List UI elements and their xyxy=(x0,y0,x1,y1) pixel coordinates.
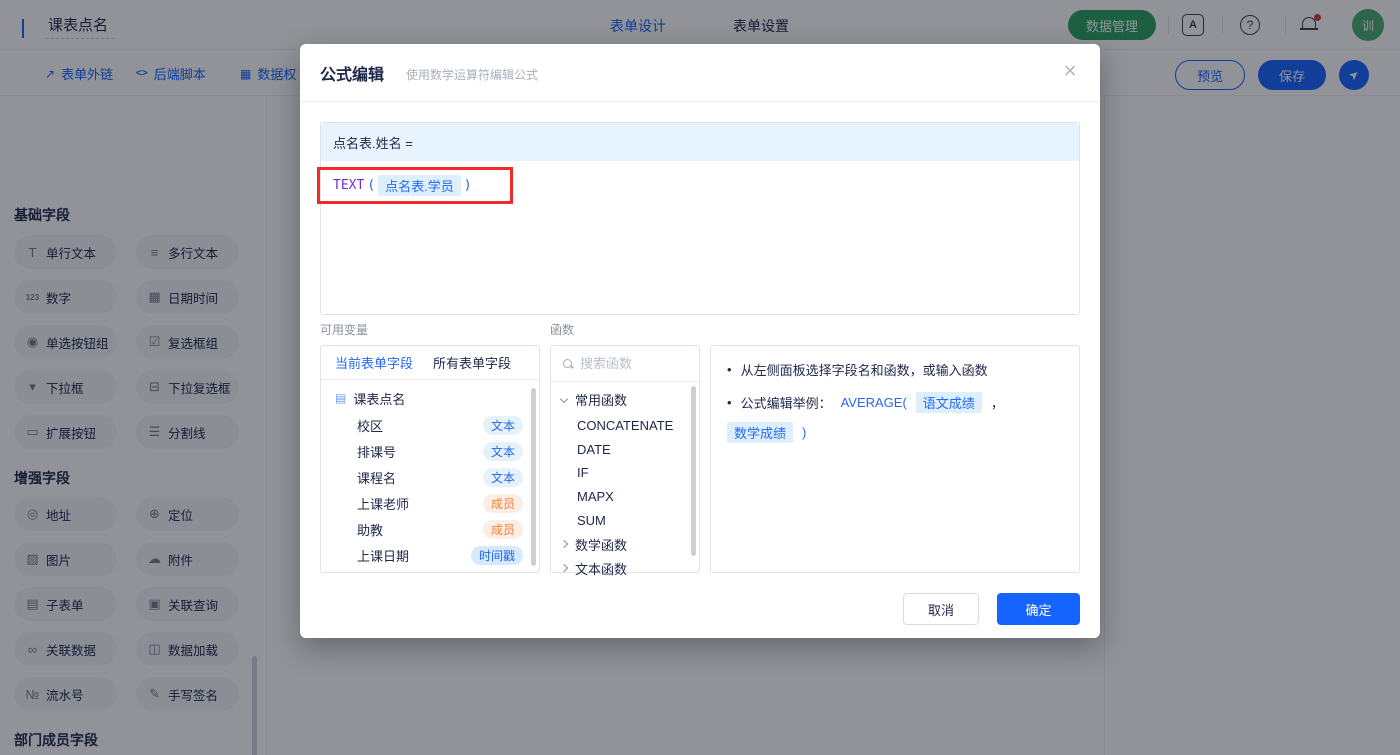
type-badge: 成员 xyxy=(482,493,523,513)
modal-title: 公式编辑 xyxy=(320,67,385,84)
variable-row[interactable]: 助教 成员 xyxy=(321,517,539,541)
type-badge: 文本 xyxy=(482,415,523,435)
variables-tabs: 当前表单字段 所有表单字段 xyxy=(321,346,539,380)
bullet-icon: • xyxy=(727,395,732,410)
functions-label: 函数 xyxy=(550,323,575,337)
bullet-icon: • xyxy=(727,362,732,377)
cancel-button[interactable]: 取消 xyxy=(903,593,979,625)
functions-box: 常用函数 CONCATENATE DATE IF MAPX SUM 数学函数 文… xyxy=(550,345,700,577)
chevron-down-icon xyxy=(559,394,569,404)
type-badge: 文本 xyxy=(482,441,523,461)
variable-row[interactable]: 排课号 文本 xyxy=(321,439,539,463)
tab-all-form-fields[interactable]: 所有表单字段 xyxy=(433,353,511,372)
function-search-input[interactable] xyxy=(580,356,675,371)
functions-scrollbar[interactable] xyxy=(691,386,696,556)
function-item[interactable]: SUM xyxy=(551,508,699,532)
tab-current-form-fields[interactable]: 当前表单字段 xyxy=(335,353,413,372)
function-group-text[interactable]: 文本函数 xyxy=(551,556,699,580)
variable-row[interactable]: 课程名 文本 xyxy=(321,465,539,489)
function-item[interactable]: IF xyxy=(551,460,699,484)
type-badge: 成员 xyxy=(482,519,523,539)
formula-editor-modal: 公式编辑 使用数学运算符编辑公式 × 点名表.姓名 = TEXT ( 点名表.学… xyxy=(300,44,1100,638)
tree-root-row[interactable]: ▤ 课表点名 xyxy=(321,386,539,410)
variables-box: 当前表单字段 所有表单字段 ▤ 课表点名 校区 文本 排课号 文本 课程名 文本 上课… xyxy=(320,345,540,573)
app-root: 课表点名 表单设计 表单设置 数据管理 A ? 训 ↗ 表单外链 <> 后端脚本… xyxy=(0,0,1400,755)
formula-editor-area[interactable]: 点名表.姓名 = TEXT ( 点名表.学员 ) xyxy=(320,122,1080,315)
variables-label: 可用变量 xyxy=(320,323,369,337)
variable-row[interactable]: 上课日期 时间戳 xyxy=(321,543,539,567)
divider xyxy=(300,101,1100,102)
chevron-right-icon xyxy=(559,539,569,549)
function-item[interactable]: MAPX xyxy=(551,484,699,508)
example-field-chip: 语文成绩 xyxy=(915,392,982,413)
chevron-right-icon xyxy=(559,563,569,573)
function-search xyxy=(551,346,699,382)
variables-scrollbar[interactable] xyxy=(531,388,536,566)
close-icon[interactable]: × xyxy=(1056,57,1084,85)
help-line-2: • 公式编辑举例： AVERAGE( 语文成绩 ， 数学成绩 ) xyxy=(727,392,1063,443)
help-line-1: • 从左侧面板选择字段名和函数，或输入函数 xyxy=(727,362,988,378)
type-badge: 时间戳 xyxy=(470,545,523,565)
function-group-common[interactable]: 常用函数 xyxy=(551,387,699,411)
form-doc-icon: ▤ xyxy=(335,391,347,405)
function-item[interactable]: CONCATENATE xyxy=(551,413,699,437)
example-field-chip: 数学成绩 xyxy=(727,422,794,443)
function-item[interactable]: DATE xyxy=(551,437,699,461)
variable-row[interactable]: 上课老师 成员 xyxy=(321,491,539,515)
confirm-button[interactable]: 确定 xyxy=(997,593,1080,625)
formula-help-box: • 从左侧面板选择字段名和函数，或输入函数 • 公式编辑举例： AVERAGE(… xyxy=(710,345,1080,573)
type-badge: 文本 xyxy=(482,467,523,487)
modal-subtitle: 使用数学运算符编辑公式 xyxy=(406,68,539,82)
search-icon xyxy=(563,358,573,369)
function-group-math[interactable]: 数学函数 xyxy=(551,532,699,556)
annotation-highlight-box xyxy=(317,167,513,204)
formula-target-bar: 点名表.姓名 = xyxy=(321,123,1079,161)
variable-row[interactable]: 校区 文本 xyxy=(321,413,539,437)
